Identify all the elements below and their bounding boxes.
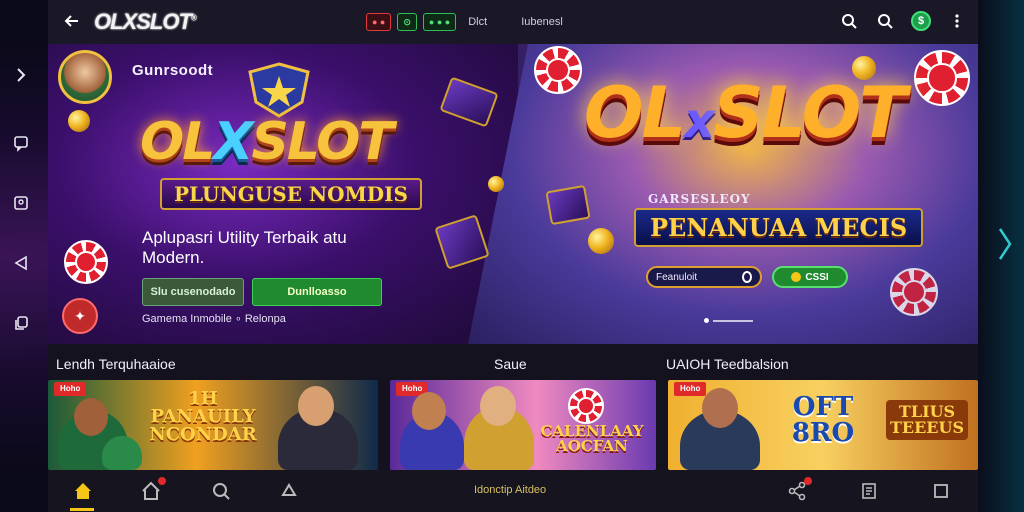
- topbar-actions: $: [838, 10, 968, 32]
- app-logo[interactable]: OLXSLOT®: [94, 9, 197, 35]
- profile-badge-icon[interactable]: ✦: [62, 298, 98, 334]
- card-icon[interactable]: [8, 190, 34, 216]
- hero-tagline: Aplupasri Utility Terbaik atu Modern.: [142, 228, 347, 267]
- cta-button[interactable]: CSSI: [772, 266, 848, 288]
- share-icon[interactable]: [786, 477, 812, 502]
- ring-icon: [742, 271, 752, 283]
- character-head: [412, 392, 446, 430]
- wallet-icon[interactable]: $: [910, 10, 932, 32]
- coin-icon: [588, 228, 614, 254]
- section-title-mid[interactable]: Saue: [494, 356, 527, 372]
- secondary-button[interactable]: Slu cusenodado: [142, 278, 244, 306]
- character-head: [74, 398, 108, 436]
- copy-icon[interactable]: [8, 310, 34, 336]
- status-chip-red[interactable]: ● ●: [366, 13, 392, 31]
- screen: OLXSLOT® ● ● ⊙ ● ● ● Dlct Iubenesl $ Gun…: [0, 0, 1024, 512]
- coin-icon: [488, 176, 504, 192]
- section-headings: Lendh Terquhaaioe Saue UAIOH Teedbalsion: [48, 356, 978, 376]
- coin-icon: [68, 110, 90, 132]
- back-arrow-icon[interactable]: [62, 11, 82, 31]
- send-icon[interactable]: [8, 250, 34, 276]
- carousel-progress: [713, 319, 753, 322]
- notification-badge: [804, 477, 812, 485]
- hero-search-label: Feanuloit: [656, 271, 698, 283]
- casino-chip-icon: [890, 268, 938, 316]
- left-rail: [0, 0, 48, 512]
- square-icon[interactable]: [930, 480, 952, 502]
- hero-left-logo: OLXSLOT: [140, 112, 394, 172]
- hero-right-logo: OLxSLOT: [584, 72, 907, 154]
- game-cards: Hoho 1H PANAUILY NCONDAR Hoho CALENLAAY …: [48, 380, 978, 470]
- card-title: 1H PANAUILY NCONDAR: [149, 388, 257, 445]
- cta-label: CSSI: [805, 271, 829, 283]
- card-side-title: TLIUS TEEEUS: [886, 400, 968, 440]
- hero-footnote: Gamema Inmobile ∘ Relonpa: [142, 313, 286, 325]
- download-button[interactable]: Dunlloasso: [252, 278, 382, 306]
- hero-right-subtitle: GARSESLEOY: [648, 192, 751, 206]
- game-card[interactable]: Hoho 1H PANAUILY NCONDAR: [48, 380, 378, 470]
- bottom-nav-center-text[interactable]: Idonctip Aitdeo: [474, 484, 546, 496]
- hero-search-pill[interactable]: Feanuloit: [646, 266, 762, 288]
- casino-chip-icon: [568, 388, 604, 424]
- top-bar: OLXSLOT® ● ● ⊙ ● ● ● Dlct Iubenesl $: [48, 0, 978, 44]
- avatar[interactable]: [58, 50, 112, 104]
- dice-icon: [545, 184, 591, 226]
- card-title: OFT 8RO: [791, 392, 855, 448]
- home-icon[interactable]: [72, 480, 94, 502]
- app-window: OLXSLOT® ● ● ⊙ ● ● ● Dlct Iubenesl $ Gun…: [48, 0, 978, 512]
- chat-icon[interactable]: [8, 130, 34, 156]
- shield-star-icon: [248, 62, 310, 118]
- status-chip-green-2[interactable]: ● ● ●: [422, 13, 457, 31]
- search-icon[interactable]: [838, 10, 860, 32]
- next-slide-icon[interactable]: [994, 224, 1016, 264]
- status-chip-green[interactable]: ⊙: [397, 13, 417, 31]
- home-outline-icon[interactable]: [140, 477, 166, 502]
- coin-small-icon: [791, 272, 802, 282]
- casino-chip-icon: [64, 240, 108, 284]
- hero-left-ribbon: PLUNGUSE NOMDIS: [160, 178, 422, 210]
- card-tag: Hoho: [54, 382, 87, 396]
- character-figure: [102, 436, 142, 470]
- character-head: [298, 386, 334, 426]
- notification-badge: [158, 477, 166, 485]
- hero-carousel[interactable]: Gunrsoodt OLXSLOT PLUNGUSE NOMDIS Aplupa…: [48, 44, 978, 344]
- download-label: Dunlloasso: [287, 286, 347, 298]
- casino-chip-icon: [914, 50, 970, 106]
- character-head: [480, 386, 516, 426]
- chevron-right-icon[interactable]: [8, 62, 34, 88]
- more-vert-icon[interactable]: [946, 10, 968, 32]
- hero-brand-title: Gunrsoodt: [132, 62, 214, 79]
- carousel-dot[interactable]: [704, 318, 709, 323]
- search-alt-icon[interactable]: [874, 10, 896, 32]
- section-title-left[interactable]: Lendh Terquhaaioe: [56, 356, 176, 372]
- status-chips: ● ● ⊙ ● ● ● Dlct Iubenesl: [366, 13, 563, 31]
- search-nav-icon[interactable]: [210, 480, 232, 502]
- rotate-icon[interactable]: [278, 480, 300, 502]
- casino-chip-icon: [534, 46, 582, 94]
- game-card[interactable]: Hoho OFT 8RO TLIUS TEEEUS: [668, 380, 978, 470]
- character-head: [702, 388, 738, 428]
- nav-link-2[interactable]: Iubenesl: [521, 16, 563, 28]
- game-card[interactable]: Hoho CALENLAAY AOCFAN: [390, 380, 656, 470]
- document-icon[interactable]: [858, 480, 880, 502]
- card-title: CALENLAAY AOCFAN: [540, 422, 644, 455]
- carousel-indicator[interactable]: [704, 318, 753, 323]
- nav-link-1[interactable]: Dlct: [468, 16, 487, 28]
- hero-buttons: Slu cusenodado Dunlloasso: [142, 278, 382, 306]
- card-tag: Hoho: [674, 382, 707, 396]
- section-title-right[interactable]: UAIOH Teedbalsion: [666, 356, 789, 372]
- active-tab-indicator: [70, 508, 94, 511]
- hero-right-ribbon: PENANUAA MECIS: [634, 208, 924, 247]
